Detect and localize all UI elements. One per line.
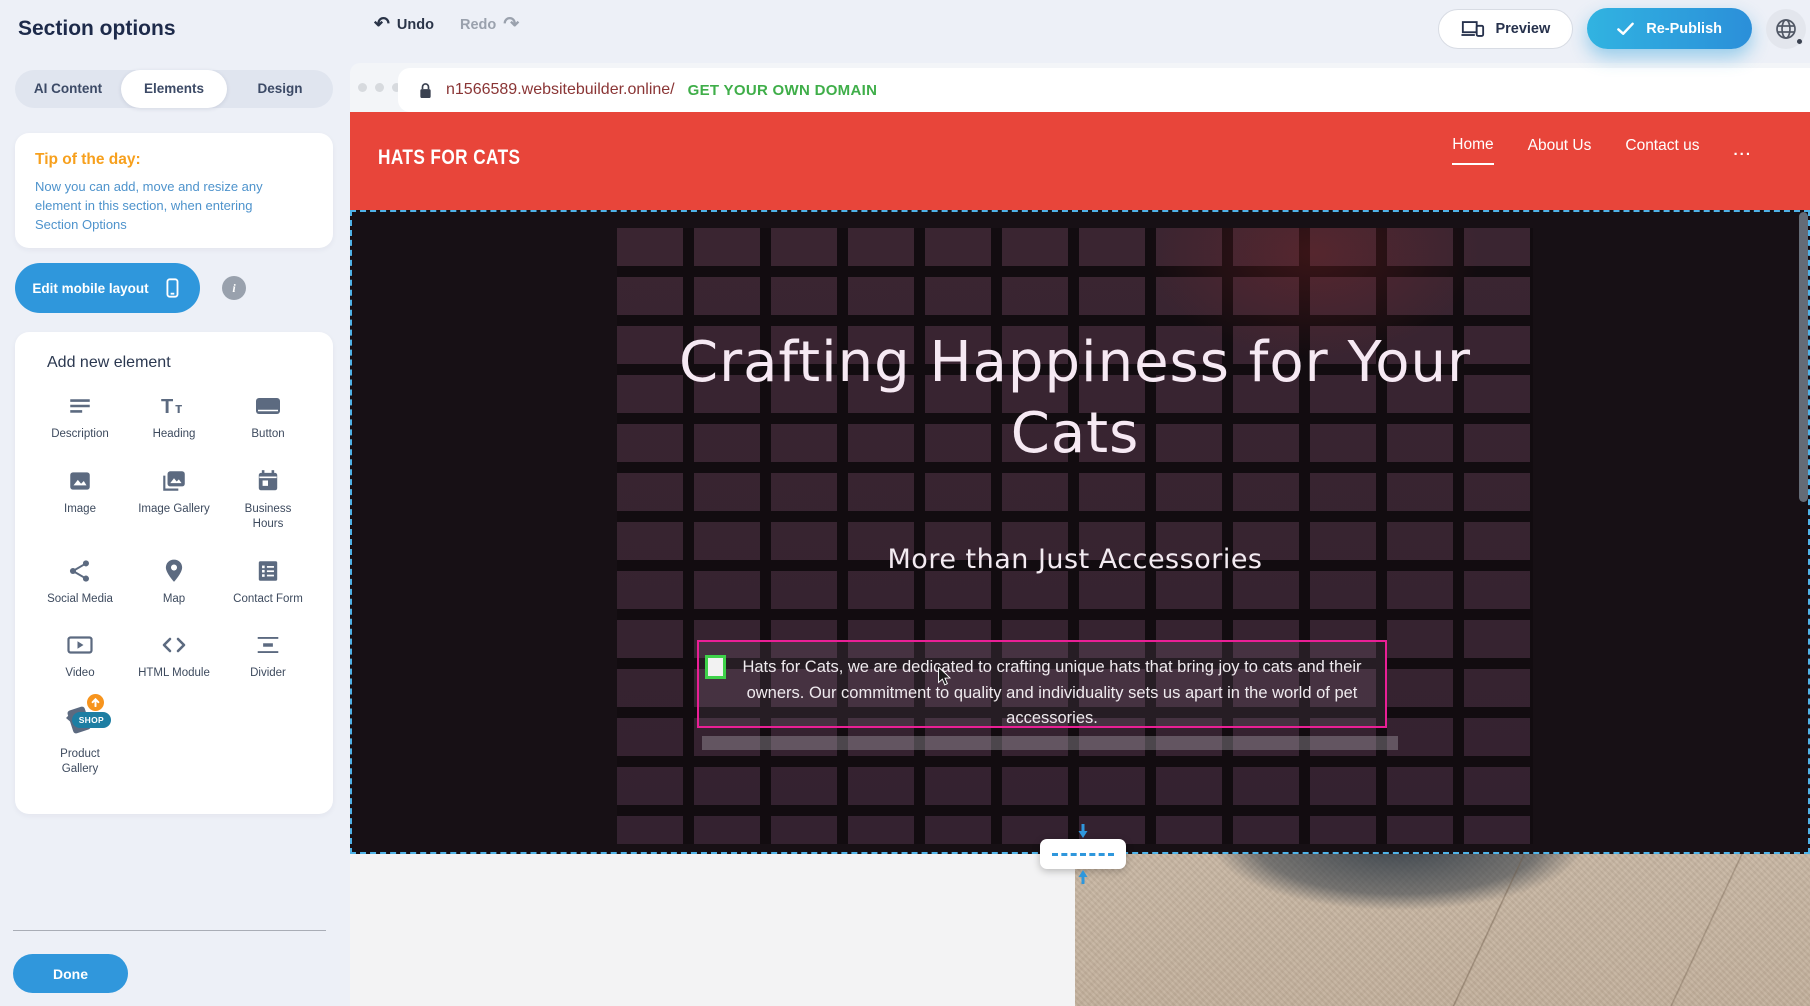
image-icon — [67, 467, 93, 495]
hero-paragraph[interactable]: Hats for Cats, we are dedicated to craft… — [727, 655, 1377, 732]
republish-button[interactable]: Re-Publish — [1587, 8, 1752, 49]
site-nav: Home About Us Contact us ... — [1452, 136, 1752, 165]
site-url: n1566589.websitebuilder.online/ — [446, 81, 675, 99]
redo-icon: ↷ — [503, 15, 519, 34]
hero-background-tiles — [617, 228, 1533, 844]
shop-badge: SHOP — [72, 712, 111, 728]
arrow-up-icon — [1075, 869, 1091, 884]
floor-photo — [1075, 854, 1810, 1006]
video-icon — [66, 631, 94, 659]
browser-bar: n1566589.websitebuilder.online/ GET YOUR… — [350, 63, 1810, 112]
nav-item-about-us[interactable]: About Us — [1528, 137, 1592, 164]
element-ghost-bar — [702, 736, 1398, 750]
element-drag-handle[interactable] — [705, 655, 726, 679]
nav-item-contact-us[interactable]: Contact us — [1625, 137, 1699, 164]
redo-button[interactable]: Redo ↷ — [460, 15, 519, 34]
element-item-heading[interactable]: Tт Heading — [127, 392, 221, 443]
edit-mobile-layout-label: Edit mobile layout — [32, 281, 148, 296]
divider-icon — [255, 631, 281, 659]
element-item-contact-form[interactable]: Contact Form — [221, 557, 315, 608]
undo-icon: ↶ — [374, 15, 390, 34]
globe-icon[interactable] — [1766, 9, 1806, 49]
image-gallery-icon — [160, 467, 188, 495]
add-new-element-title: Add new element — [47, 354, 315, 372]
site-canvas: HATS FOR CATS Home About Us Contact us .… — [350, 112, 1810, 1006]
preview-button[interactable]: Preview — [1438, 9, 1573, 49]
get-domain-link[interactable]: GET YOUR OWN DOMAIN — [688, 82, 878, 99]
sidebar-divider — [13, 930, 326, 931]
upgrade-arrow-badge — [87, 694, 104, 711]
hero-subheading[interactable]: More than Just Accessories — [617, 544, 1533, 575]
svg-text:T: T — [161, 396, 173, 418]
site-header: HATS FOR CATS Home About Us Contact us .… — [350, 112, 1810, 210]
section-resize-handle[interactable] — [1040, 839, 1126, 869]
info-icon[interactable]: i — [222, 276, 246, 300]
nav-more-icon[interactable]: ... — [1733, 142, 1752, 159]
tip-body: Now you can add, move and resize any ele… — [35, 178, 295, 235]
panel-tabbar: AI Content Elements Design — [15, 70, 333, 108]
hero-section-selected[interactable]: Crafting Happiness for Your Cats More th… — [350, 210, 1810, 854]
preview-scrollbar[interactable] — [1799, 212, 1808, 502]
text-element-selection[interactable]: Hats for Cats, we are dedicated to craft… — [697, 640, 1387, 728]
add-new-element-card: Add new element Description Tт Heading B… — [15, 332, 333, 814]
lock-icon — [418, 82, 433, 99]
mobile-phone-icon — [161, 277, 183, 299]
svg-text:т: т — [175, 400, 182, 417]
product-gallery-icon: SHOP — [58, 706, 102, 740]
mouse-cursor-icon — [937, 667, 952, 686]
element-item-video[interactable]: Video — [33, 631, 127, 682]
done-button[interactable]: Done — [13, 954, 128, 993]
map-pin-icon — [161, 557, 187, 585]
code-icon — [160, 631, 188, 659]
section-options-panel: Section options AI Content Elements Desi… — [0, 0, 350, 1006]
arrow-down-icon — [1075, 824, 1091, 839]
element-item-map[interactable]: Map — [127, 557, 221, 608]
site-logo[interactable]: HATS FOR CATS — [378, 146, 520, 170]
tab-design[interactable]: Design — [227, 70, 333, 108]
share-icon — [67, 557, 93, 585]
calendar-icon — [255, 467, 281, 495]
tip-title: Tip of the day: — [35, 151, 313, 169]
element-item-html-module[interactable]: HTML Module — [127, 631, 221, 682]
element-item-product-gallery[interactable]: SHOP Product Gallery — [33, 706, 127, 778]
address-bar[interactable]: n1566589.websitebuilder.online/ GET YOUR… — [398, 68, 1810, 112]
button-icon — [254, 392, 282, 420]
devices-icon — [1461, 19, 1485, 39]
checkmark-icon — [1617, 22, 1634, 36]
resize-dash-line — [1052, 853, 1114, 856]
window-dots-icon — [358, 83, 401, 92]
nav-item-home[interactable]: Home — [1452, 136, 1493, 165]
globe-status-dot — [1796, 38, 1803, 45]
tip-of-the-day-card: Tip of the day: Now you can add, move an… — [15, 133, 333, 248]
site-preview-frame: n1566589.websitebuilder.online/ GET YOUR… — [350, 63, 1810, 1006]
tab-elements[interactable]: Elements — [121, 70, 227, 108]
form-icon — [255, 557, 281, 585]
element-item-image-gallery[interactable]: Image Gallery — [127, 467, 221, 533]
text-lines-icon — [67, 392, 93, 420]
element-item-social-media[interactable]: Social Media — [33, 557, 127, 608]
element-item-description[interactable]: Description — [33, 392, 127, 443]
element-item-business-hours[interactable]: Business Hours — [221, 467, 315, 533]
tab-ai-content[interactable]: AI Content — [15, 70, 121, 108]
edit-mobile-layout-button[interactable]: Edit mobile layout — [15, 263, 200, 313]
element-item-image[interactable]: Image — [33, 467, 127, 533]
page-title: Section options — [18, 17, 176, 41]
element-item-button[interactable]: Button — [221, 392, 315, 443]
element-grid: Description Tт Heading Button Image — [33, 392, 315, 778]
hero-heading[interactable]: Crafting Happiness for Your Cats — [617, 327, 1533, 469]
element-item-divider[interactable]: Divider — [221, 631, 315, 682]
undo-button[interactable]: ↶ Undo — [374, 15, 434, 34]
heading-icon: Tт — [160, 392, 188, 420]
